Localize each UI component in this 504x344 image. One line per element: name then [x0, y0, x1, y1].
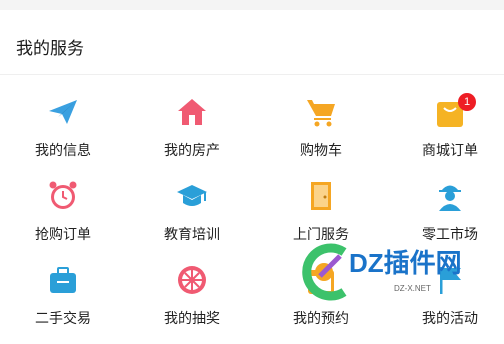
service-label: 商城订单 — [422, 143, 478, 159]
service-label: 教育培训 — [164, 227, 220, 243]
service-label: 购物车 — [300, 143, 342, 159]
service-label: 抢购订单 — [35, 227, 91, 243]
service-flash-orders[interactable]: 抢购订单 — [0, 180, 126, 260]
service-my-property[interactable]: 我的房产 — [129, 96, 255, 176]
alarm-clock-icon — [47, 180, 79, 212]
service-education[interactable]: 教育培训 — [129, 180, 255, 260]
briefcase-icon — [47, 264, 79, 296]
house-icon — [176, 96, 208, 128]
top-strip — [0, 0, 504, 10]
service-label: 二手交易 — [35, 311, 91, 327]
service-label: 我的抽奖 — [164, 311, 220, 327]
service-my-info[interactable]: 我的信息 — [0, 96, 126, 176]
graduation-cap-icon — [176, 180, 208, 212]
watermark-text: DZ插件网 — [349, 248, 462, 278]
paper-plane-icon — [47, 96, 79, 128]
worker-icon — [434, 180, 466, 212]
watermark: DZ插件网 DZ-X.NET — [300, 240, 504, 315]
service-label: 我的信息 — [35, 143, 91, 159]
section-title: 我的服务 — [16, 39, 84, 59]
watermark-logo-icon — [302, 243, 347, 301]
cart-badge: 1 — [458, 93, 476, 111]
service-mall-orders[interactable]: 商城订单 — [387, 96, 504, 176]
service-cart[interactable]: 购物车 — [258, 96, 384, 176]
watermark-subtext: DZ-X.NET — [394, 284, 431, 293]
door-icon — [305, 180, 337, 212]
section-divider — [0, 74, 504, 75]
service-lottery[interactable]: 我的抽奖 — [129, 264, 255, 344]
shopping-cart-icon — [305, 96, 337, 128]
service-label: 我的房产 — [164, 143, 220, 159]
service-second-hand[interactable]: 二手交易 — [0, 264, 126, 344]
prize-wheel-icon — [176, 264, 208, 296]
